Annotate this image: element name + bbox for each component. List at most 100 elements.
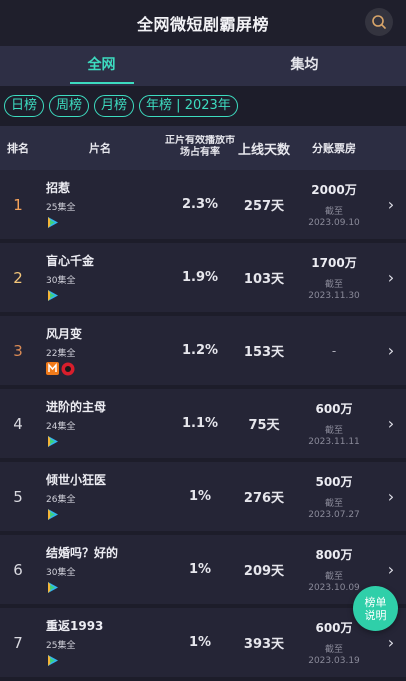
- platform-play-icon: [48, 436, 58, 447]
- platform-play-icon: [48, 509, 58, 520]
- box-office-label: 截至: [324, 207, 343, 217]
- chevron-right-icon[interactable]: ›: [388, 341, 394, 360]
- box-office-date: 2023.03.19: [308, 656, 360, 666]
- box-office-date: 2023.11.30: [308, 291, 360, 301]
- box-office-value: 2000万: [311, 183, 357, 197]
- market-share: 1.9%: [181, 269, 219, 285]
- box-office-value: 1700万: [311, 256, 357, 270]
- tab-bar: 全网 集均: [0, 46, 406, 86]
- chevron-right-icon[interactable]: ›: [388, 195, 394, 214]
- online-days: 393天: [243, 637, 285, 652]
- table-header: 排名 片名 正片有效播放市场占有率 上线天数 分账票房: [0, 126, 406, 170]
- market-share: 1.2%: [181, 342, 219, 358]
- episode-count: 24集全: [46, 422, 76, 432]
- platform-play-icon: [48, 655, 58, 666]
- platform-red-icon: [61, 362, 75, 376]
- box-office-date: 2023.07.27: [308, 510, 360, 520]
- online-days: 276天: [243, 491, 285, 506]
- market-share: 1.1%: [181, 415, 219, 431]
- episode-count: 22集全: [46, 349, 76, 359]
- chevron-right-icon[interactable]: ›: [388, 414, 394, 433]
- online-days: 75天: [248, 418, 280, 433]
- column-name: 片名: [89, 142, 111, 155]
- market-share: 1%: [188, 488, 212, 504]
- rank-number: 1: [13, 195, 23, 214]
- drama-title: 招惹: [46, 181, 71, 195]
- drama-title: 结婚吗？好的: [46, 546, 119, 560]
- rank-number: 7: [13, 633, 23, 652]
- online-days: 209天: [243, 564, 285, 579]
- rank-number: 2: [13, 268, 23, 287]
- period-filters: 日榜 周榜 月榜 年榜 | 2023年: [0, 86, 406, 126]
- filter-monthly[interactable]: 月榜: [94, 95, 135, 117]
- box-office-label: 截至: [324, 426, 343, 436]
- chevron-right-icon[interactable]: ›: [388, 268, 394, 287]
- platform-icons: [46, 435, 164, 449]
- table-row[interactable]: 1 招惹 25集全 2.3% 257天 2000万截至 2023.09.10 ›: [0, 170, 406, 243]
- table-row[interactable]: 2 盲心千金 30集全 1.9% 103天 1700万截至 2023.11.30 ›: [0, 243, 406, 316]
- table-row[interactable]: 4 进阶的主母 24集全 1.1% 75天 600万截至 2023.11.11 ›: [0, 389, 406, 462]
- ranking-explanation-button[interactable]: 榜单 说明: [353, 586, 398, 631]
- table-row[interactable]: 5 倾世小狂医 26集全 1% 276天 500万截至 2023.07.27 ›: [0, 462, 406, 535]
- drama-title: 重返1993: [46, 619, 104, 633]
- drama-title: 倾世小狂医: [46, 473, 107, 487]
- float-button-line1: 榜单: [364, 595, 387, 609]
- drama-title: 风月变: [46, 327, 83, 341]
- market-share: 1%: [188, 634, 212, 650]
- column-share: 正片有效播放市场占有率: [165, 135, 235, 158]
- chevron-right-icon[interactable]: ›: [388, 560, 394, 579]
- chevron-right-icon[interactable]: ›: [388, 487, 394, 506]
- box-office-label: 截至: [324, 499, 343, 509]
- page-title: 全网微短剧霸屏榜: [136, 15, 269, 34]
- drama-title: 盲心千金: [46, 254, 95, 268]
- chevron-right-icon[interactable]: ›: [388, 633, 394, 652]
- market-share: 1%: [188, 561, 212, 577]
- box-office-label: 截至: [324, 280, 343, 290]
- online-days: 103天: [243, 272, 285, 287]
- rank-number: 3: [13, 341, 23, 360]
- column-rank: 排名: [7, 142, 29, 155]
- ranking-list: 1 招惹 25集全 2.3% 257天 2000万 截至 2023.09.10 › 2 盲心千金 30…: [0, 170, 406, 681]
- box-office-value: 500万: [315, 475, 353, 489]
- online-days: 153天: [243, 345, 285, 360]
- rank-number: 6: [13, 560, 23, 579]
- episode-count: 26集全: [46, 495, 76, 505]
- platform-play-icon: [48, 290, 58, 301]
- box-office-date: 2023.09.10: [308, 218, 360, 228]
- float-button-line2: 说明: [364, 608, 387, 622]
- box-office-label: 截至: [324, 645, 343, 655]
- episode-count: 25集全: [46, 203, 76, 213]
- rank-number: 4: [13, 414, 23, 433]
- column-days: 上线天数: [237, 142, 290, 158]
- tab-per-episode[interactable]: 集均: [203, 46, 406, 86]
- online-days: 257天: [243, 199, 285, 214]
- table-row[interactable]: 6 结婚吗？好的 30集全 1% 209天 800万 截至 2023.10.09 ›: [0, 535, 406, 608]
- platform-play-icon: [48, 582, 58, 593]
- table-row[interactable]: 7 重返1993 25集全 1% 393天 600万 截至 2023.03.19 ›: [0, 608, 406, 681]
- filter-yearly[interactable]: 年榜 | 2023年: [139, 95, 238, 117]
- box-office-empty: -: [331, 343, 337, 358]
- box-office-date: 2023.10.09: [308, 583, 360, 593]
- rank-number: 5: [13, 487, 23, 506]
- platform-icons: [46, 581, 164, 595]
- market-share: 2.3%: [181, 196, 219, 212]
- box-office-date: 2023.11.11: [308, 437, 360, 447]
- platform-icons: [46, 216, 164, 230]
- filter-daily[interactable]: 日榜: [4, 95, 45, 117]
- column-box-office: 分账票房: [312, 142, 356, 155]
- platform-icons: [46, 362, 164, 376]
- tab-all-network[interactable]: 全网: [0, 46, 203, 86]
- box-office-value: 600万: [315, 402, 353, 416]
- platform-orange-icon: [46, 362, 59, 375]
- table-row[interactable]: 3 风月变 22集全 1.2% 153天 - ›: [0, 316, 406, 389]
- episode-count: 30集全: [46, 276, 76, 286]
- platform-icons: [46, 654, 164, 668]
- episode-count: 30集全: [46, 568, 76, 578]
- search-button[interactable]: [365, 8, 393, 36]
- filter-weekly[interactable]: 周榜: [49, 95, 90, 117]
- box-office-value: 600万: [315, 621, 353, 635]
- search-icon: [372, 15, 386, 29]
- drama-title: 进阶的主母: [46, 400, 107, 414]
- box-office-value: 800万: [315, 548, 353, 562]
- app-header: 全网微短剧霸屏榜: [0, 0, 406, 46]
